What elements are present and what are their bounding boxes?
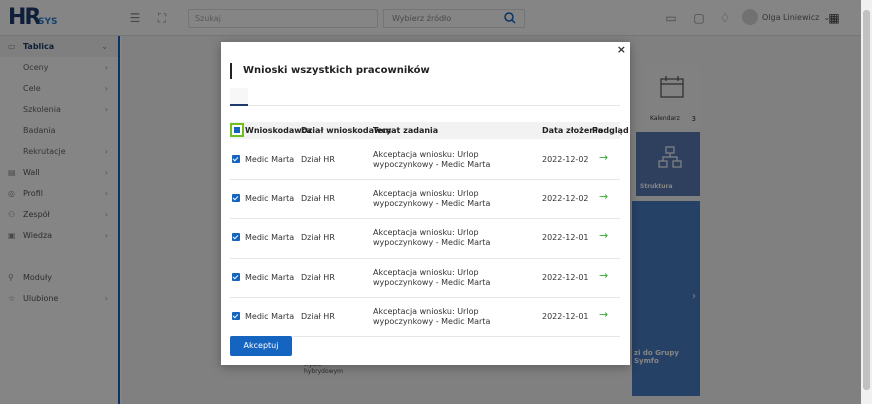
page-scrollbar[interactable] — [861, 0, 872, 404]
cell-date: 2022-12-02 — [542, 194, 589, 204]
table-header: Wnioskodawca Dział wnioskodawcy Temat za… — [230, 122, 629, 139]
cell-topic: Akceptacja wniosku: Urlop wypoczynkowy -… — [373, 306, 491, 326]
accept-button[interactable]: Akceptuj — [230, 336, 292, 356]
preview-arrow-icon[interactable]: → — [599, 229, 608, 242]
cell-date: 2022-12-02 — [542, 155, 589, 164]
col-topic[interactable]: Temat zadania — [373, 126, 438, 135]
row-checkbox[interactable] — [232, 233, 240, 242]
preview-arrow-icon[interactable]: → — [599, 308, 608, 321]
table-row[interactable]: Medic Marta Dział HR Akceptacja wniosku: U… — [230, 180, 620, 220]
cell-applicant: Medic Marta — [245, 272, 295, 282]
cell-topic: Akceptacja wniosku: Urlop wypoczynkowy -… — [373, 189, 491, 209]
app-root: HR SYS ☰ ⛶ Szukaj Wybierz źródło ▭ ▢ ♢ O… — [0, 0, 872, 404]
cell-topic: Akceptacja wniosku: Urlop wypoczynkowy -… — [373, 228, 491, 248]
preview-arrow-icon[interactable]: → — [599, 190, 608, 203]
cell-department: Dział HR — [301, 233, 335, 243]
row-checkbox[interactable] — [232, 194, 240, 203]
close-icon[interactable]: × — [617, 44, 626, 56]
table-row[interactable]: Medic Marta Dział HR Akceptacja wniosku: U… — [230, 259, 620, 298]
cell-date: 2022-12-01 — [542, 272, 589, 282]
select-all-checkbox[interactable] — [230, 123, 244, 137]
cell-applicant: Medic Marta — [245, 233, 295, 243]
modal-title: Wnioski wszystkich pracowników — [230, 63, 430, 79]
cell-applicant: Medic Marta — [245, 311, 295, 321]
row-checkbox[interactable] — [232, 272, 240, 281]
cell-department: Dział HR — [301, 194, 335, 204]
cell-applicant: Medic Marta — [245, 155, 295, 164]
cell-applicant: Medic Marta — [245, 194, 295, 204]
requests-modal: × Wnioski wszystkich pracowników Wniosko… — [221, 42, 630, 365]
cell-department: Dział HR — [301, 272, 335, 282]
row-checkbox[interactable] — [232, 155, 240, 163]
table-row[interactable]: Medic Marta Dział HR Akceptacja wniosku: U… — [230, 298, 620, 337]
row-checkbox[interactable] — [232, 311, 240, 320]
cell-topic: Akceptacja wniosku: Urlop wypoczynkowy -… — [373, 150, 491, 169]
cell-department: Dział HR — [301, 155, 335, 164]
tab-active[interactable] — [230, 88, 248, 106]
col-preview[interactable]: Podgląd — [592, 126, 629, 135]
requests-table: Medic Marta Dział HR Akceptacja wniosku: U… — [230, 141, 620, 337]
modal-tabs — [230, 88, 620, 106]
cell-topic: Akceptacja wniosku: Urlop wypoczynkowy -… — [373, 267, 491, 287]
cell-date: 2022-12-01 — [542, 233, 589, 243]
preview-arrow-icon[interactable]: → — [599, 151, 608, 164]
table-row[interactable]: Medic Marta Dział HR Akceptacja wniosku: U… — [230, 141, 620, 181]
preview-arrow-icon[interactable]: → — [599, 269, 608, 282]
cell-date: 2022-12-01 — [542, 311, 589, 321]
table-row[interactable]: Medic Marta Dział HR Akceptacja wniosku: U… — [230, 219, 620, 259]
cell-department: Dział HR — [301, 311, 335, 321]
